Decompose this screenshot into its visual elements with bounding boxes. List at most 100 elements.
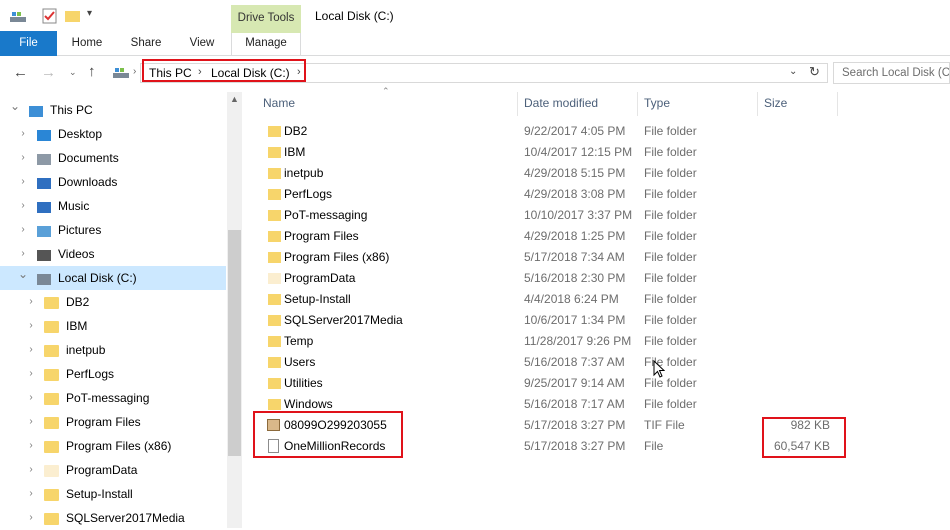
nav-item[interactable]: › IBM <box>0 314 226 338</box>
nav-item-label: Desktop <box>58 127 103 141</box>
forward-arrow-icon[interactable]: → <box>41 64 56 81</box>
column-divider <box>837 92 838 116</box>
nav-item[interactable]: › PoT-messaging <box>0 386 226 410</box>
chevron-right-icon[interactable]: › <box>18 122 28 146</box>
chevron-right-icon[interactable]: › <box>18 146 28 170</box>
nav-item[interactable]: › Documents <box>0 146 226 170</box>
column-size[interactable]: Size <box>764 92 787 116</box>
folder-icon <box>268 399 281 410</box>
file-row[interactable]: ProgramData 5/16/2018 2:30 PM File folder <box>248 268 848 289</box>
file-row[interactable]: PoT-messaging 10/10/2017 3:37 PM File fold… <box>248 205 848 226</box>
nav-item-label: PoT-messaging <box>66 391 150 405</box>
tab-view[interactable]: View <box>180 31 224 56</box>
nav-scroll-thumb[interactable] <box>228 230 241 456</box>
nav-item-label: Documents <box>58 151 119 165</box>
file-type: File folder <box>644 397 697 411</box>
folder-icon <box>44 369 59 381</box>
nav-item[interactable]: › SQLServer2017Media <box>0 506 226 530</box>
chevron-right-icon[interactable]: › <box>26 338 36 362</box>
recent-locations-icon[interactable]: ⌄ <box>69 67 77 78</box>
column-type[interactable]: Type <box>644 92 670 116</box>
file-row[interactable]: PerfLogs 4/29/2018 3:08 PM File folder <box>248 184 848 205</box>
up-arrow-icon[interactable]: ↑ <box>88 63 96 80</box>
nav-item[interactable]: › PerfLogs <box>0 362 226 386</box>
chevron-right-icon[interactable]: › <box>26 434 36 458</box>
chevron-right-icon[interactable]: › <box>26 362 36 386</box>
address-dropdown-icon[interactable]: ⌄ <box>789 66 797 77</box>
new-folder-icon[interactable] <box>65 9 81 23</box>
nav-item[interactable]: › Videos <box>0 242 226 266</box>
nav-item-label: This PC <box>50 103 93 117</box>
back-arrow-icon[interactable]: ← <box>13 64 28 81</box>
nav-item[interactable]: › Pictures <box>0 218 226 242</box>
folder-icon <box>44 513 59 525</box>
folder-icon <box>44 417 59 429</box>
file-row[interactable]: SQLServer2017Media 10/6/2017 1:34 PM File … <box>248 310 848 331</box>
tab-file[interactable]: File <box>0 31 57 56</box>
nav-item[interactable]: › Music <box>0 194 226 218</box>
file-date: 9/22/2017 4:05 PM <box>524 124 626 138</box>
chevron-right-icon[interactable]: › <box>26 458 36 482</box>
folder-icon <box>44 321 59 333</box>
highlight-file-sizes <box>762 417 846 458</box>
chevron-right-icon[interactable]: › <box>26 482 36 506</box>
search-input[interactable]: Search Local Disk (C:) <box>833 62 950 84</box>
nav-item[interactable]: ⌄ Local Disk (C:) <box>0 266 226 290</box>
nav-item[interactable]: › Downloads <box>0 170 226 194</box>
nav-item[interactable]: › DB2 <box>0 290 226 314</box>
chevron-right-icon[interactable]: › <box>26 506 36 530</box>
chevron-down-icon[interactable]: ⌄ <box>18 262 28 286</box>
file-name: PerfLogs <box>284 187 333 201</box>
file-row[interactable]: Temp 11/28/2017 9:26 PM File folder <box>248 331 848 352</box>
chevron-right-icon[interactable]: › <box>26 410 36 434</box>
chevron-right-icon[interactable]: › <box>26 290 36 314</box>
chevron-right-icon[interactable]: › <box>18 218 28 242</box>
column-date-modified[interactable]: Date modified <box>524 92 598 116</box>
file-date: 10/10/2017 3:37 PM <box>524 208 633 222</box>
folder-icon <box>44 441 59 453</box>
file-row[interactable]: Program Files (x86) 5/17/2018 7:34 AM File… <box>248 247 848 268</box>
folder-icon <box>44 393 59 405</box>
folder-light-icon <box>44 465 59 477</box>
nav-item[interactable]: › Desktop <box>0 122 226 146</box>
chevron-right-icon[interactable]: › <box>18 170 28 194</box>
file-row[interactable]: Setup-Install 4/4/2018 6:24 PM File folder <box>248 289 848 310</box>
nav-item[interactable]: ⌄ This PC <box>0 98 226 122</box>
file-row[interactable]: Utilities 9/25/2017 9:14 AM File folder <box>248 373 848 394</box>
tab-share[interactable]: Share <box>120 31 172 56</box>
file-row[interactable]: Program Files 4/29/2018 1:25 PM File folde… <box>248 226 848 247</box>
scroll-up-icon[interactable]: ▲ <box>230 94 239 104</box>
drive-icon <box>10 10 26 22</box>
tab-manage[interactable]: Manage <box>231 31 301 56</box>
refresh-icon[interactable]: ↻ <box>809 64 820 80</box>
nav-item[interactable]: › inetpub <box>0 338 226 362</box>
file-row[interactable]: inetpub 4/29/2018 5:15 PM File folder <box>248 163 848 184</box>
nav-item-label: ProgramData <box>66 463 138 477</box>
sort-ascending-icon: ⌃ <box>382 86 390 96</box>
folder-icon <box>268 147 281 158</box>
file-type: File folder <box>644 271 697 285</box>
chevron-right-icon[interactable]: › <box>26 314 36 338</box>
file-row[interactable]: DB2 9/22/2017 4:05 PM File folder <box>248 121 848 142</box>
column-name[interactable]: Name <box>263 92 295 116</box>
nav-item[interactable]: › ProgramData <box>0 458 226 482</box>
file-date: 10/4/2017 12:15 PM <box>524 145 633 159</box>
file-row[interactable]: IBM 10/4/2017 12:15 PM File folder <box>248 142 848 163</box>
nav-item[interactable]: › Setup-Install <box>0 482 226 506</box>
properties-icon[interactable] <box>42 8 58 24</box>
folder-icon <box>268 252 281 263</box>
mouse-cursor-icon <box>653 359 666 382</box>
chevron-down-icon[interactable]: ⌄ <box>10 94 20 118</box>
chevron-right-icon[interactable]: › <box>26 386 36 410</box>
nav-item[interactable]: › Program Files (x86) <box>0 434 226 458</box>
customize-toolbar-icon[interactable]: ▾ <box>87 8 92 19</box>
chevron-right-icon[interactable]: › <box>18 194 28 218</box>
file-date: 4/4/2018 6:24 PM <box>524 292 619 306</box>
file-type: File folder <box>644 208 697 222</box>
folder-icon <box>268 336 281 347</box>
highlight-address <box>142 59 306 82</box>
file-row[interactable]: Users 5/16/2018 7:37 AM File folder <box>248 352 848 373</box>
tab-home[interactable]: Home <box>63 31 111 56</box>
folder-icon <box>268 294 281 305</box>
nav-item[interactable]: › Program Files <box>0 410 226 434</box>
